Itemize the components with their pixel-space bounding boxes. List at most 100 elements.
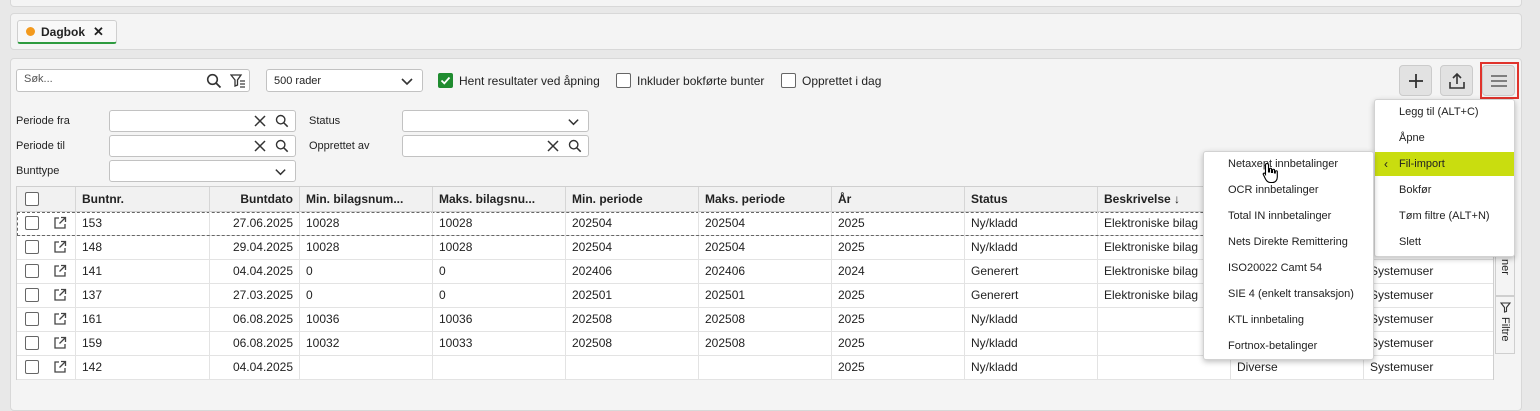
periode-til-label: Periode til — [16, 140, 65, 152]
cell-ar: 2025 — [831, 308, 964, 331]
submenu-item-iso20022[interactable]: ISO20022 Camt 54 — [1204, 256, 1373, 281]
col-buntdato[interactable]: Buntdato — [209, 187, 299, 211]
cell-min_periode: 202508 — [565, 308, 698, 331]
clear-icon[interactable] — [546, 139, 560, 153]
clear-icon[interactable] — [253, 114, 267, 128]
cell-buntdato: 06.08.2025 — [209, 308, 299, 331]
menu-item-tom-filtre[interactable]: Tøm filtre (ALT+N) — [1375, 204, 1514, 228]
tab-dagbok[interactable]: Dagbok ✕ — [17, 20, 117, 44]
submenu-item-nets[interactable]: Nets Direkte Remittering — [1204, 230, 1373, 255]
search-icon[interactable] — [568, 139, 582, 153]
add-button[interactable] — [1399, 65, 1432, 96]
cell-ar: 2025 — [831, 356, 964, 379]
checkbox-checked-icon[interactable] — [438, 73, 453, 88]
cell-buntnr: 141 — [75, 260, 209, 283]
chevron-down-icon — [401, 78, 413, 86]
cell-buntnr: 148 — [75, 236, 209, 259]
status-label: Status — [309, 115, 341, 127]
cell-maks_bilag: 10028 — [432, 212, 565, 235]
periode-til-field[interactable] — [109, 135, 296, 157]
rows-select-value: 500 rader — [274, 75, 322, 87]
row-checkbox[interactable] — [25, 216, 39, 230]
col-status[interactable]: Status — [964, 187, 1097, 211]
row-checkbox[interactable] — [25, 360, 39, 374]
cell-min_bilag — [299, 356, 432, 379]
opprettet-i-dag-checkbox[interactable]: Opprettet i dag — [781, 73, 881, 88]
export-button[interactable] — [1440, 65, 1473, 96]
cell-min_bilag: 10036 — [299, 308, 432, 331]
bunttype-select[interactable] — [109, 160, 296, 182]
cell-maks_bilag — [432, 356, 565, 379]
cell-min_bilag: 10032 — [299, 332, 432, 355]
menu-item-legg-til[interactable]: Legg til (ALT+C) — [1375, 100, 1514, 124]
cell-maks_bilag: 10033 — [432, 332, 565, 355]
cell-min_bilag: 10028 — [299, 212, 432, 235]
cell-maks_periode — [698, 356, 831, 379]
chevron-down-icon — [568, 119, 579, 126]
cell-status: Generert — [964, 260, 1097, 283]
cell-col11: Systemuser — [1363, 356, 1495, 379]
row-checkbox[interactable] — [25, 288, 39, 302]
cell-ar: 2024 — [831, 260, 964, 283]
submenu-item-ocr[interactable]: OCR innbetalinger — [1204, 178, 1373, 203]
open-link-icon[interactable] — [53, 360, 67, 374]
cell-buntdato: 04.04.2025 — [209, 260, 299, 283]
cell-maks_bilag: 10036 — [432, 308, 565, 331]
menu-item-fil-import[interactable]: ‹ Fil-import — [1375, 152, 1514, 176]
open-link-icon[interactable] — [53, 312, 67, 326]
submenu-item-sie4[interactable]: SIE 4 (enkelt transaksjon) — [1204, 282, 1373, 307]
menu-item-slett[interactable]: Slett — [1375, 230, 1514, 254]
open-link-icon[interactable] — [53, 288, 67, 302]
clear-icon[interactable] — [253, 139, 267, 153]
cell-status: Ny/kladd — [964, 356, 1097, 379]
hent-resultater-label: Hent resultater ved åpning — [459, 73, 600, 88]
status-select[interactable] — [402, 110, 589, 132]
search-input[interactable] — [24, 73, 204, 85]
col-maks-bilagsnummer[interactable]: Maks. bilagsnu... — [432, 187, 565, 211]
checkbox-icon[interactable] — [781, 73, 796, 88]
open-link-icon[interactable] — [53, 240, 67, 254]
open-link-icon[interactable] — [53, 216, 67, 230]
row-checkbox[interactable] — [25, 312, 39, 326]
submenu-item-total-in[interactable]: Total IN innbetalinger — [1204, 204, 1373, 229]
col-ar[interactable]: År — [831, 187, 964, 211]
col-min-periode[interactable]: Min. periode — [565, 187, 698, 211]
opprettet-av-field[interactable] — [402, 135, 589, 157]
select-all-checkbox[interactable] — [25, 192, 39, 206]
cell-min_periode: 202504 — [565, 212, 698, 235]
col-maks-periode[interactable]: Maks. periode — [698, 187, 831, 211]
search-icon[interactable] — [275, 114, 289, 128]
cell-maks_periode: 202504 — [698, 236, 831, 259]
row-checkbox[interactable] — [25, 240, 39, 254]
cell-buntdato: 29.04.2025 — [209, 236, 299, 259]
periode-fra-field[interactable] — [109, 110, 296, 132]
side-tab-filtre[interactable]: Filtre — [1495, 296, 1515, 354]
cell-status: Ny/kladd — [964, 236, 1097, 259]
menu-item-bokfor[interactable]: Bokfør — [1375, 178, 1514, 202]
row-checkbox[interactable] — [25, 264, 39, 278]
submenu-item-netaxept[interactable]: Netaxept innbetalinger — [1204, 152, 1373, 177]
submenu-item-ktl[interactable]: KTL innbetaling — [1204, 308, 1373, 333]
close-icon[interactable]: ✕ — [93, 24, 104, 40]
search-icon[interactable] — [275, 139, 289, 153]
col-min-bilagsnummer[interactable]: Min. bilagsnum... — [299, 187, 432, 211]
open-link-icon[interactable] — [53, 336, 67, 350]
col-buntnr[interactable]: Buntnr. — [75, 187, 209, 211]
fil-import-submenu: Netaxept innbetalinger OCR innbetalinger… — [1203, 151, 1374, 360]
cell-ar: 2025 — [831, 236, 964, 259]
filter-clear-icon[interactable] — [230, 73, 246, 89]
checkbox-icon[interactable] — [616, 73, 631, 88]
menu-item-apne[interactable]: Åpne — [1375, 126, 1514, 150]
periode-fra-label: Periode fra — [16, 115, 70, 127]
open-link-icon[interactable] — [53, 264, 67, 278]
cell-buntdato: 04.04.2025 — [209, 356, 299, 379]
rows-select[interactable]: 500 rader — [266, 69, 423, 92]
submenu-item-fortnox[interactable]: Fortnox-betalinger — [1204, 334, 1373, 359]
top-strip — [10, 0, 1522, 7]
hent-resultater-checkbox[interactable]: Hent resultater ved åpning — [438, 73, 600, 88]
search-icon[interactable] — [206, 73, 222, 89]
row-checkbox[interactable] — [25, 336, 39, 350]
inkluder-bokforte-checkbox[interactable]: Inkluder bokførte bunter — [616, 73, 764, 88]
cell-buntnr: 137 — [75, 284, 209, 307]
actions-menu: Legg til (ALT+C) Åpne ‹ Fil-import Bokfø… — [1374, 99, 1515, 257]
